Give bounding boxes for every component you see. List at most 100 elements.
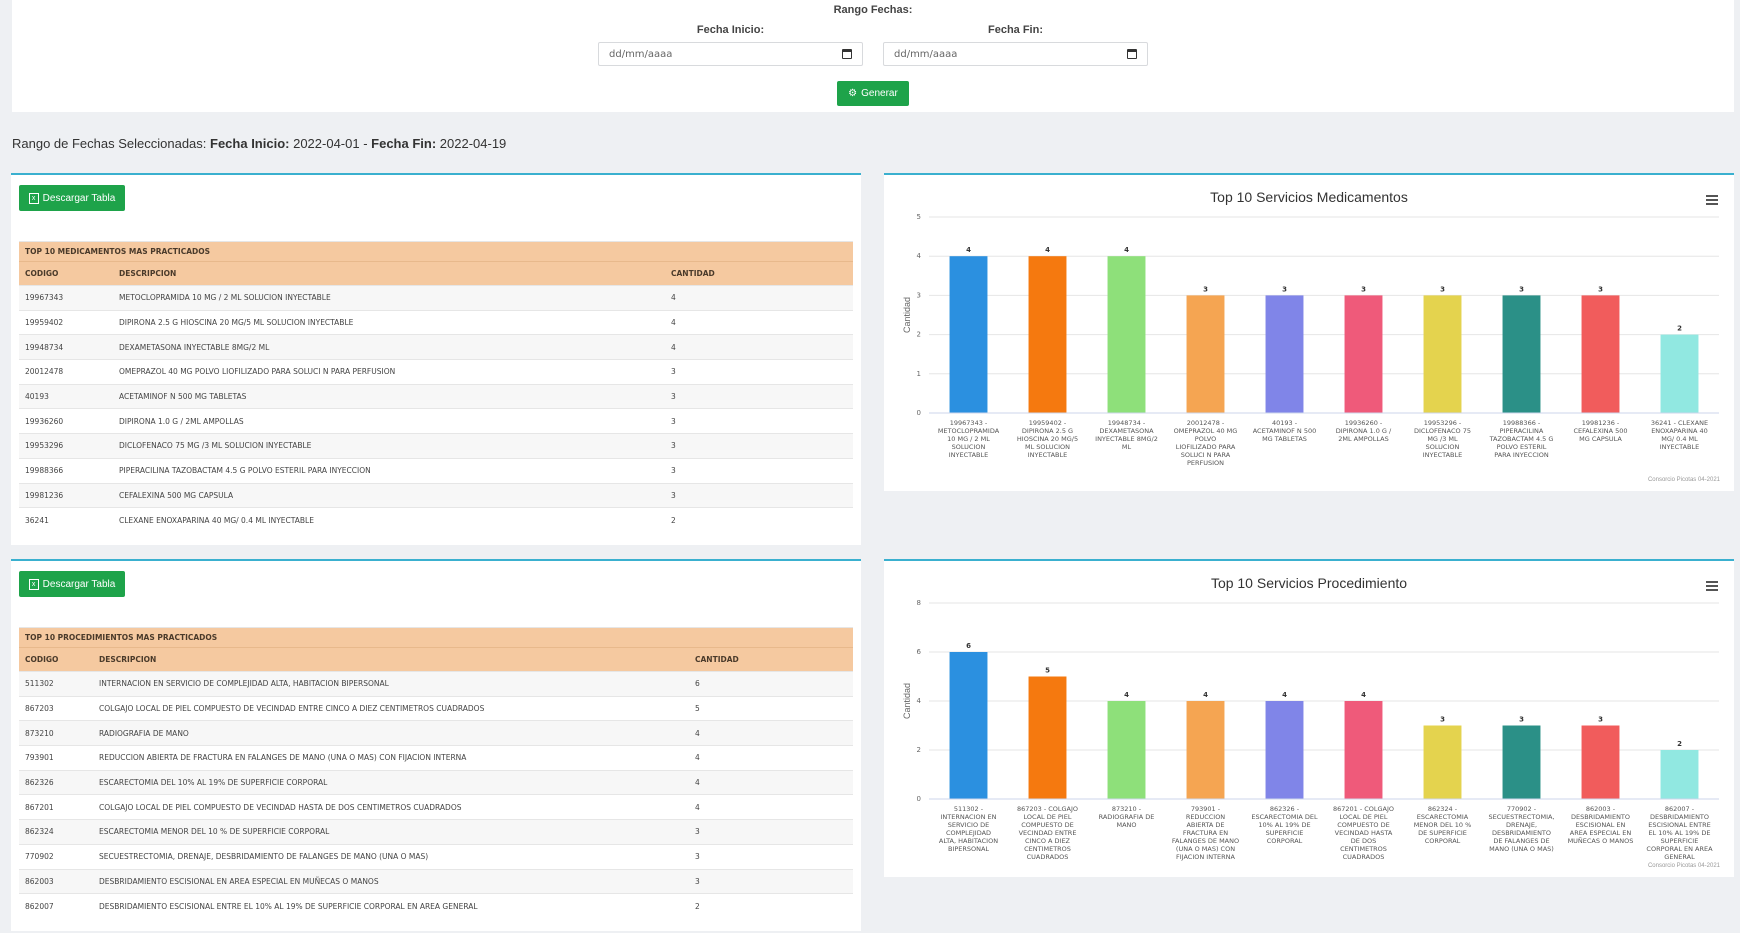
bar [1502, 295, 1541, 413]
cell-descripcion: INTERNACION EN SERVICIO DE COMPLEJIDAD A… [93, 671, 689, 697]
cell-cantidad: 6 [689, 671, 853, 697]
y-tick-label: 4 [917, 252, 922, 260]
x-tick-label: 19959402 -DIPIRONA 2.5 G HIOSCINA 20 MG/5… [1017, 419, 1078, 459]
table-row: 36241 CLEXANE ENOXAPARINA 40 MG/ 0.4 ML I… [19, 507, 853, 533]
cell-cantidad: 4 [689, 745, 853, 771]
cell-codigo: 873210 [19, 720, 93, 746]
bar [1581, 295, 1620, 413]
x-tick-label: 19953296 -DICLOFENACO 75 MG /3 ML SOLUCION… [1414, 419, 1471, 459]
cell-cantidad: 3 [689, 819, 853, 845]
column-header-descripcion: DESCRIPCION [113, 261, 665, 286]
cell-cantidad: 3 [665, 457, 853, 483]
bar [1660, 750, 1699, 799]
x-tick-label: 867201 - COLGAJO LOCAL DE PIEL COMPUESTO D… [1333, 805, 1394, 861]
cell-codigo: 511302 [19, 671, 93, 697]
x-tick-label: 862003 -DESBRIDAMIENTO ESCISIONAL EN AREA … [1568, 805, 1634, 845]
cell-descripcion: DIPIRONA 2.5 G HIOSCINA 20 MG/5 ML SOLUC… [113, 309, 665, 335]
data-label: 3 [1519, 716, 1524, 724]
table-row: 511302 INTERNACION EN SERVICIO DE COMPLEJ… [19, 671, 853, 697]
x-tick-label: 770902 -SECUESTRECTOMIA, DRENAJE, DESBRIDA… [1488, 805, 1554, 853]
x-tick-label: 40193 -ACETAMINOF N 500 MG TABLETAS [1253, 419, 1317, 443]
start-date-label: Fecha Inicio: [696, 24, 765, 36]
cell-codigo: 867201 [19, 794, 93, 820]
table-row: 19988366 PIPERACILINA TAZOBACTAM 4.5 G PO… [19, 457, 853, 483]
x-tick-label: 862326 -ESCARECTOMIA DEL 10% AL 19% DE SUP… [1251, 805, 1318, 845]
x-tick-label: 19988366 -PIPERACILINA TAZOBACTAM 4.5 G PO… [1489, 419, 1554, 459]
table-row: 862326 ESCARECTOMIA DEL 10% AL 19% DE SUP… [19, 769, 853, 795]
table-row: 862324 ESCARECTOMIA MENOR DEL 10 % DE SUP… [19, 819, 853, 845]
bar [1028, 256, 1067, 413]
bar [1107, 701, 1146, 799]
bar [949, 652, 988, 799]
cell-codigo: 770902 [19, 843, 93, 869]
start-date-input[interactable]: dd/mm/aaaa [598, 42, 863, 66]
y-axis-label: Cantidad [902, 297, 912, 333]
x-tick-label: 862324 -ESCARECTOMIA MENOR DEL 10 % DE SUP… [1414, 805, 1472, 845]
y-tick-label: 2 [917, 746, 921, 754]
calendar-icon[interactable] [1127, 49, 1137, 59]
cell-descripcion: DESBRIDAMIENTO ESCISIONAL EN AREA ESPECI… [93, 868, 689, 894]
download-table-button[interactable]: x Descargar Tabla [19, 571, 125, 597]
cell-codigo: 19981236 [19, 482, 113, 508]
table-row: 19948734 DEXAMETASONA INYECTABLE 8MG/2 ML… [19, 334, 853, 360]
cell-cantidad: 4 [665, 334, 853, 360]
cell-codigo: 867203 [19, 695, 93, 721]
cell-codigo: 19959402 [19, 309, 113, 335]
cell-cantidad: 3 [665, 408, 853, 434]
medicamentos-table: TOP 10 MEDICAMENTOS MAS PRACTICADOS CODI… [19, 241, 853, 533]
cell-descripcion: ESCARECTOMIA MENOR DEL 10 % DE SUPERFICI… [93, 819, 689, 845]
chart-credits[interactable]: Consorcio Picotas 04-2021 [1648, 863, 1720, 869]
excel-icon: x [28, 192, 39, 204]
end-date-input[interactable]: dd/mm/aaaa [883, 42, 1148, 66]
bar [1581, 725, 1620, 799]
cell-codigo: 862326 [19, 769, 93, 795]
bar [1028, 676, 1067, 799]
cell-descripcion: ESCARECTOMIA DEL 10% AL 19% DE SUPERFICI… [93, 769, 689, 795]
generate-button[interactable]: ⚙ Generar [837, 81, 909, 106]
x-tick-label: 36241 - CLEXANE ENOXAPARINA 40 MG/ 0.4 ML I… [1651, 419, 1708, 451]
selected-start-label: Fecha Inicio: [210, 136, 290, 151]
cell-descripcion: CLEXANE ENOXAPARINA 40 MG/ 0.4 ML INYECT… [113, 507, 665, 533]
cell-cantidad: 4 [689, 720, 853, 746]
cell-codigo: 19936260 [19, 408, 113, 434]
generate-label: Generar [861, 88, 898, 99]
cell-descripcion: METOCLOPRAMIDA 10 MG / 2 ML SOLUCION INY… [113, 285, 665, 311]
x-tick-label: 19948734 -DEXAMETASONA INYECTABLE 8MG/2 ML [1095, 419, 1158, 451]
y-tick-label: 5 [917, 213, 921, 221]
data-label: 4 [966, 246, 971, 254]
cell-descripcion: COLGAJO LOCAL DE PIEL COMPUESTO DE VECIN… [93, 695, 689, 721]
table-row: 40193 ACETAMINOF N 500 MG TABLETAS 3 [19, 383, 853, 409]
bar [1344, 701, 1383, 799]
y-tick-label: 0 [917, 795, 921, 803]
table-row: 862003 DESBRIDAMIENTO ESCISIONAL EN AREA … [19, 868, 853, 894]
x-tick-label: 873210 -RADIOGRAFIA DE MANO [1099, 805, 1155, 829]
table-row: 867203 COLGAJO LOCAL DE PIEL COMPUESTO DE… [19, 695, 853, 721]
bar [1502, 725, 1541, 799]
bar [1107, 256, 1146, 413]
chart-credits[interactable]: Consorcio Picotas 04-2021 [1648, 477, 1720, 483]
table-row: 770902 SECUESTRECTOMIA, DRENAJE, DESBRIDA… [19, 843, 853, 869]
data-label: 6 [966, 642, 971, 650]
data-label: 2 [1677, 740, 1682, 748]
y-tick-label: 0 [917, 409, 921, 417]
cell-codigo: 19967343 [19, 285, 113, 311]
cell-codigo: 862324 [19, 819, 93, 845]
selected-start-value: 2022-04-01 - [289, 136, 372, 151]
cell-codigo: 19953296 [19, 433, 113, 459]
x-tick-label: 867203 - COLGAJO LOCAL DE PIEL COMPUESTO D… [1017, 805, 1078, 861]
x-tick-label: 19967343 -METOCLOPRAMIDA 10 MG / 2 ML SOLU… [938, 419, 1000, 459]
cell-cantidad: 4 [665, 309, 853, 335]
bar [1423, 725, 1462, 799]
download-table-button[interactable]: x Descargar Tabla [19, 185, 125, 211]
x-tick-label: 511302 -INTERNACION EN SERVICIO DE COMPLEJ… [939, 805, 998, 853]
procedimientos-chart-card: Top 10 Servicios Procedimiento 0 2 4 6 8 Cant… [884, 559, 1734, 877]
bar [949, 256, 988, 413]
cell-cantidad: 3 [689, 843, 853, 869]
bar [1660, 334, 1699, 413]
calendar-icon[interactable] [842, 49, 852, 59]
excel-icon: x [28, 578, 39, 590]
table-row: 19936260 DIPIRONA 1.0 G / 2ML AMPOLLAS 3 [19, 408, 853, 434]
table-row: 867201 COLGAJO LOCAL DE PIEL COMPUESTO DE… [19, 794, 853, 820]
y-tick-label: 8 [917, 599, 921, 607]
bar [1186, 295, 1225, 413]
